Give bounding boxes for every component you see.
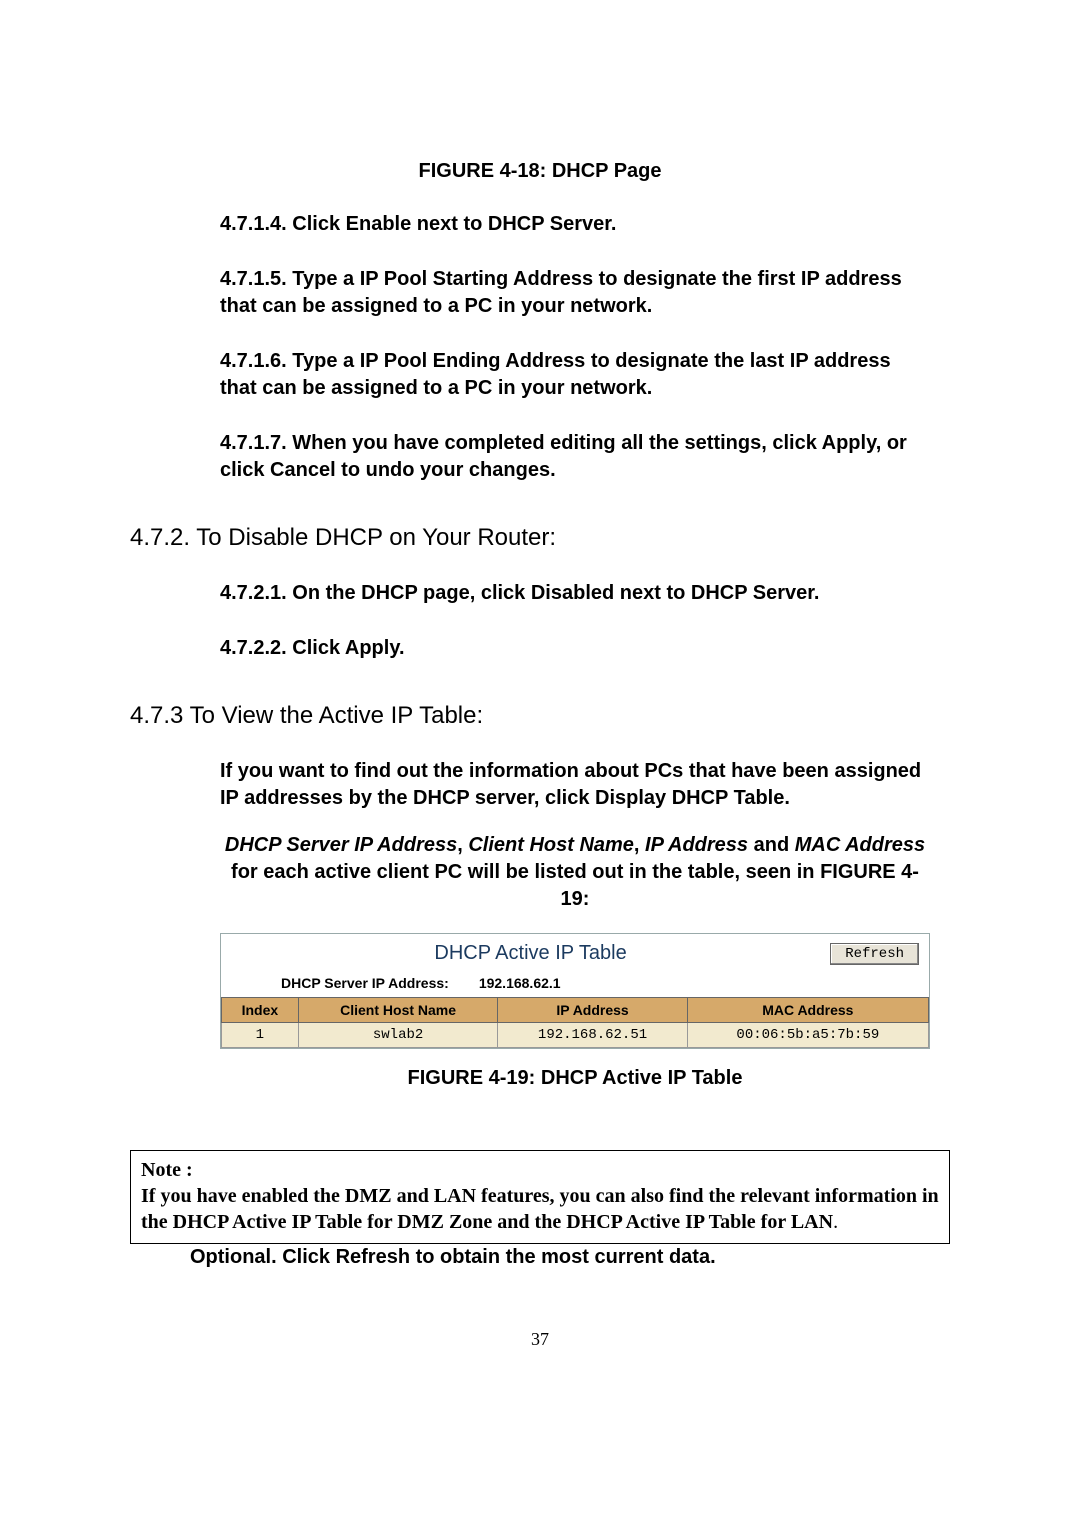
step-4-7-1-4: 4.7.1.4. Click Enable next to DHCP Serve… bbox=[220, 211, 930, 238]
field-client-host-name: Client Host Name bbox=[468, 834, 634, 856]
page-number: 37 bbox=[130, 1329, 950, 1350]
refresh-button[interactable]: Refresh bbox=[830, 943, 919, 965]
col-client-host-name: Client Host Name bbox=[298, 998, 498, 1023]
field-dhcp-server-ip: DHCP Server IP Address bbox=[225, 834, 457, 856]
col-mac-address: MAC Address bbox=[687, 998, 928, 1023]
cell-host: swlab2 bbox=[298, 1023, 498, 1048]
note-body: If you have enabled the DMZ and LAN feat… bbox=[141, 1185, 939, 1233]
dhcp-table-title: DHCP Active IP Table bbox=[231, 942, 830, 965]
step-4-7-1-7: 4.7.1.7. When you have completed editing… bbox=[220, 430, 930, 484]
sep-3: and bbox=[748, 834, 795, 856]
cell-ip: 192.168.62.51 bbox=[498, 1023, 687, 1048]
col-index: Index bbox=[222, 998, 299, 1023]
dhcp-server-ip-value: 192.168.62.1 bbox=[479, 975, 561, 991]
step-4-7-2-1: 4.7.2.1. On the DHCP page, click Disable… bbox=[220, 580, 930, 607]
step-4-7-2-2: 4.7.2.2. Click Apply. bbox=[220, 635, 930, 662]
note-label: Note : bbox=[141, 1157, 939, 1183]
step-4-7-1-5: 4.7.1.5. Type a IP Pool Starting Address… bbox=[220, 266, 930, 320]
col-ip-address: IP Address bbox=[498, 998, 687, 1023]
dhcp-active-ip-table-figure: DHCP Active IP Table Refresh DHCP Server… bbox=[220, 933, 930, 1049]
figure-4-19-caption: FIGURE 4-19: DHCP Active IP Table bbox=[220, 1067, 930, 1090]
note-box: Note : If you have enabled the DMZ and L… bbox=[130, 1150, 950, 1244]
heading-4-7-2: 4.7.2. To Disable DHCP on Your Router: bbox=[130, 524, 950, 552]
paragraph-field-listing: DHCP Server IP Address, Client Host Name… bbox=[220, 832, 930, 913]
cell-mac: 00:06:5b:a5:7b:59 bbox=[687, 1023, 928, 1048]
after-note-line: Optional. Click Refresh to obtain the mo… bbox=[190, 1246, 950, 1269]
table-row: 1 swlab2 192.168.62.51 00:06:5b:a5:7b:59 bbox=[222, 1023, 929, 1048]
paragraph-view-active-ip: If you want to find out the information … bbox=[220, 758, 930, 812]
dhcp-server-ip-label: DHCP Server IP Address: bbox=[281, 975, 449, 991]
field-mac-address: MAC Address bbox=[795, 834, 925, 856]
step-4-7-1-6: 4.7.1.6. Type a IP Pool Ending Address t… bbox=[220, 348, 930, 402]
heading-4-7-3: 4.7.3 To View the Active IP Table: bbox=[130, 702, 950, 730]
figure-4-18-caption: FIGURE 4-18: DHCP Page bbox=[130, 160, 950, 183]
sep-2: , bbox=[634, 834, 645, 856]
dhcp-active-ip-table: Index Client Host Name IP Address MAC Ad… bbox=[221, 997, 929, 1048]
sep-1: , bbox=[457, 834, 468, 856]
note-trail: . bbox=[833, 1211, 838, 1233]
field-listing-suffix: for each active client PC will be listed… bbox=[231, 861, 919, 910]
cell-index: 1 bbox=[222, 1023, 299, 1048]
field-ip-address: IP Address bbox=[645, 834, 748, 856]
